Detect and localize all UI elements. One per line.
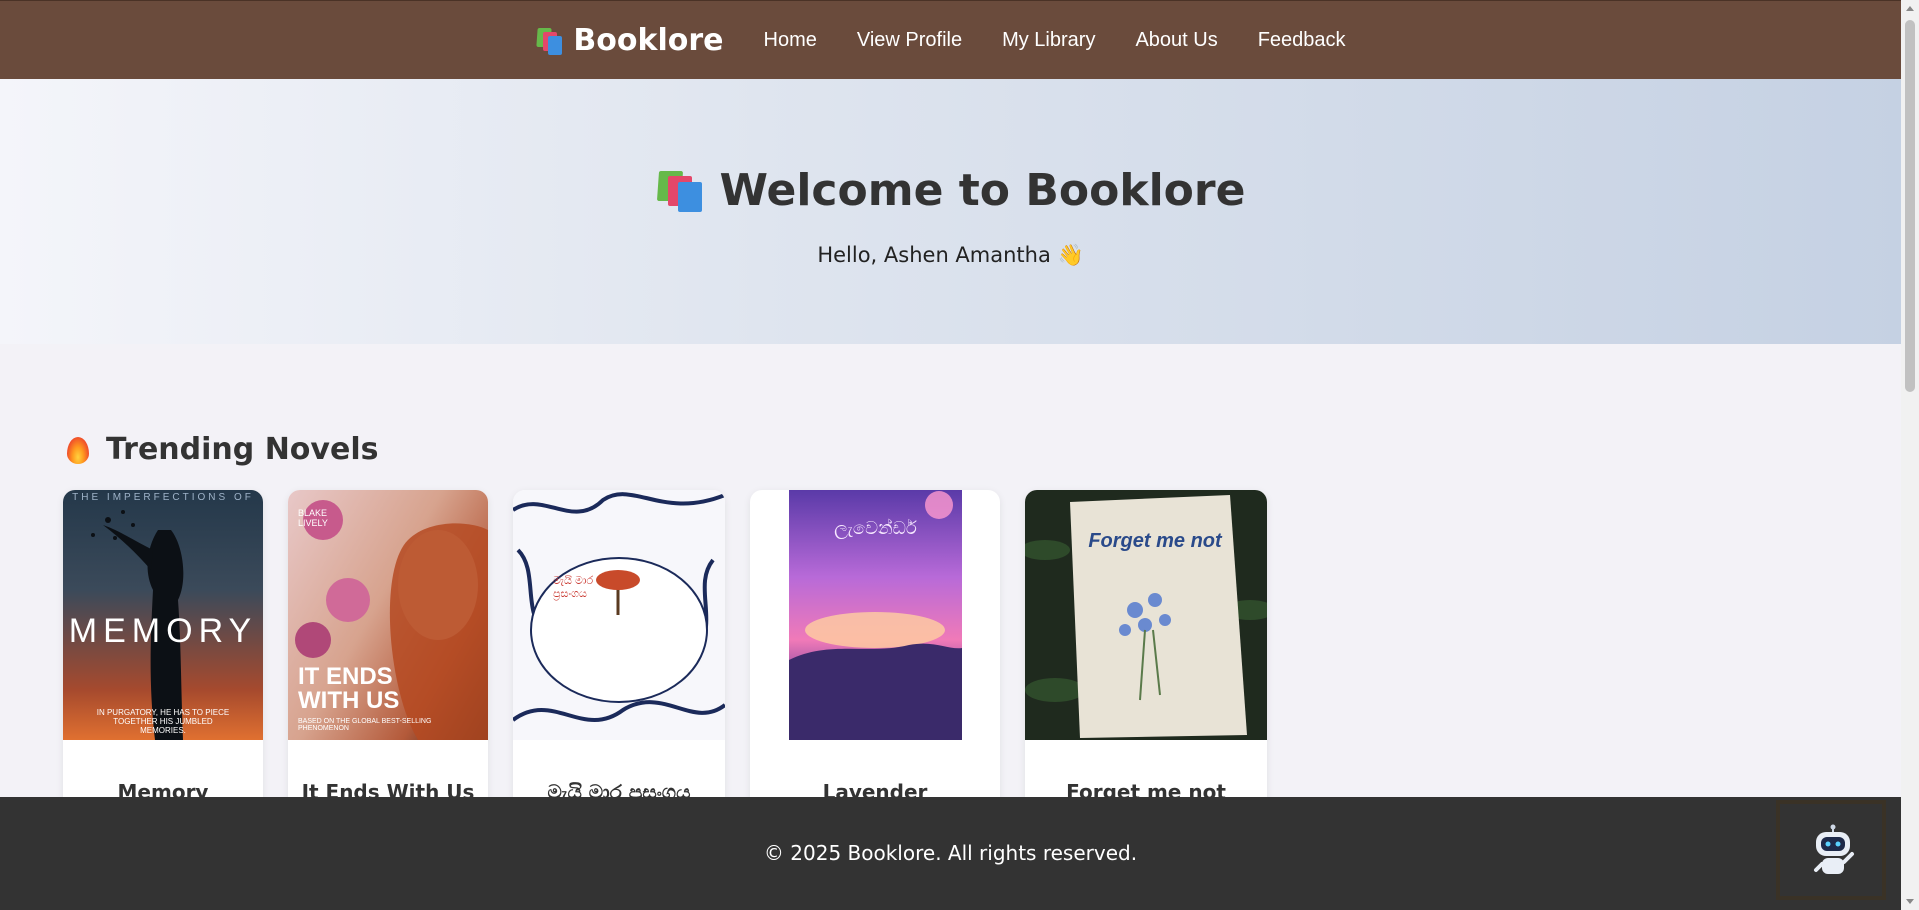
book-cover-image: BLAKE LIVELY IT ENDS WITH US BASED ON TH… xyxy=(288,490,488,740)
cover-tagline: IN PURGATORY, HE HAS TO PIECE TOGETHER H… xyxy=(96,708,230,735)
nav-link-view-profile[interactable]: View Profile xyxy=(857,29,962,52)
scrollbar-thumb[interactable] xyxy=(1905,20,1915,392)
book-card-memory[interactable]: THE IMPERFECTIONS OF MEMORY IN PURGATORY… xyxy=(63,490,263,820)
books-stack-icon xyxy=(535,25,565,55)
scroll-down-arrow-icon[interactable] xyxy=(1906,899,1914,904)
user-greeting: Hello, Ashen Amantha 👋 xyxy=(817,243,1084,267)
book-cover-image: මැයි මාර ප්‍රසංගය xyxy=(513,490,725,740)
page-scrollbar[interactable] xyxy=(1901,0,1919,910)
brand-name: Booklore xyxy=(573,22,724,58)
section-title: Trending Novels xyxy=(106,432,379,467)
book-card-forget-me-not[interactable]: Forget me not Forget me not xyxy=(1025,490,1267,820)
scroll-up-arrow-icon[interactable] xyxy=(1906,6,1914,11)
book-card-lavender[interactable]: ලැවෙන්ඩර් Lavender xyxy=(750,490,1000,820)
cover-top-text: THE IMPERFECTIONS OF xyxy=(72,492,254,503)
page-footer: © 2025 Booklore. All rights reserved. xyxy=(0,797,1901,910)
trending-section-header: Trending Novels xyxy=(66,432,378,467)
book-cover-image: ලැවෙන්ඩර් xyxy=(789,490,962,740)
cover-title: Forget me not xyxy=(1088,530,1222,552)
nav-link-feedback[interactable]: Feedback xyxy=(1258,29,1346,52)
cover-title: MEMORY xyxy=(68,612,258,650)
book-cover-image: THE IMPERFECTIONS OF MEMORY IN PURGATORY… xyxy=(63,490,263,740)
nav-link-my-library[interactable]: My Library xyxy=(1002,29,1095,52)
welcome-heading: Welcome to Booklore xyxy=(719,165,1246,216)
book-card-mai-mara-prasangaya[interactable]: මැයි මාර ප්‍රසංගය මැයි මාර ප්‍රසංගය xyxy=(513,490,725,820)
cover-author: BLAKE LIVELY xyxy=(298,508,328,528)
robot-icon xyxy=(1814,824,1854,874)
cover-title: IT ENDS WITH US xyxy=(298,663,400,714)
books-stack-icon xyxy=(656,168,706,214)
nav-link-home[interactable]: Home xyxy=(764,29,817,52)
book-card-it-ends-with-us[interactable]: BLAKE LIVELY IT ENDS WITH US BASED ON TH… xyxy=(288,490,488,820)
book-cover-image: Forget me not xyxy=(1025,490,1267,740)
cover-tagline: BASED ON THE GLOBAL BEST-SELLING PHENOME… xyxy=(298,718,432,732)
fire-icon xyxy=(66,435,90,465)
cover-title: මැයි මාර ප්‍රසංගය xyxy=(553,575,594,600)
top-navbar: Booklore Home View Profile My Library Ab… xyxy=(0,0,1901,79)
copyright-text: © 2025 Booklore. All rights reserved. xyxy=(763,841,1138,865)
hero-banner: Welcome to Booklore Hello, Ashen Amantha… xyxy=(0,79,1901,344)
chatbot-button[interactable] xyxy=(1776,800,1886,900)
nav-link-about-us[interactable]: About Us xyxy=(1135,29,1217,52)
brand-logo-link[interactable]: Booklore xyxy=(535,22,724,58)
hero-title: Welcome to Booklore xyxy=(0,165,1901,216)
cover-title: ලැවෙන්ඩර් xyxy=(834,518,917,538)
